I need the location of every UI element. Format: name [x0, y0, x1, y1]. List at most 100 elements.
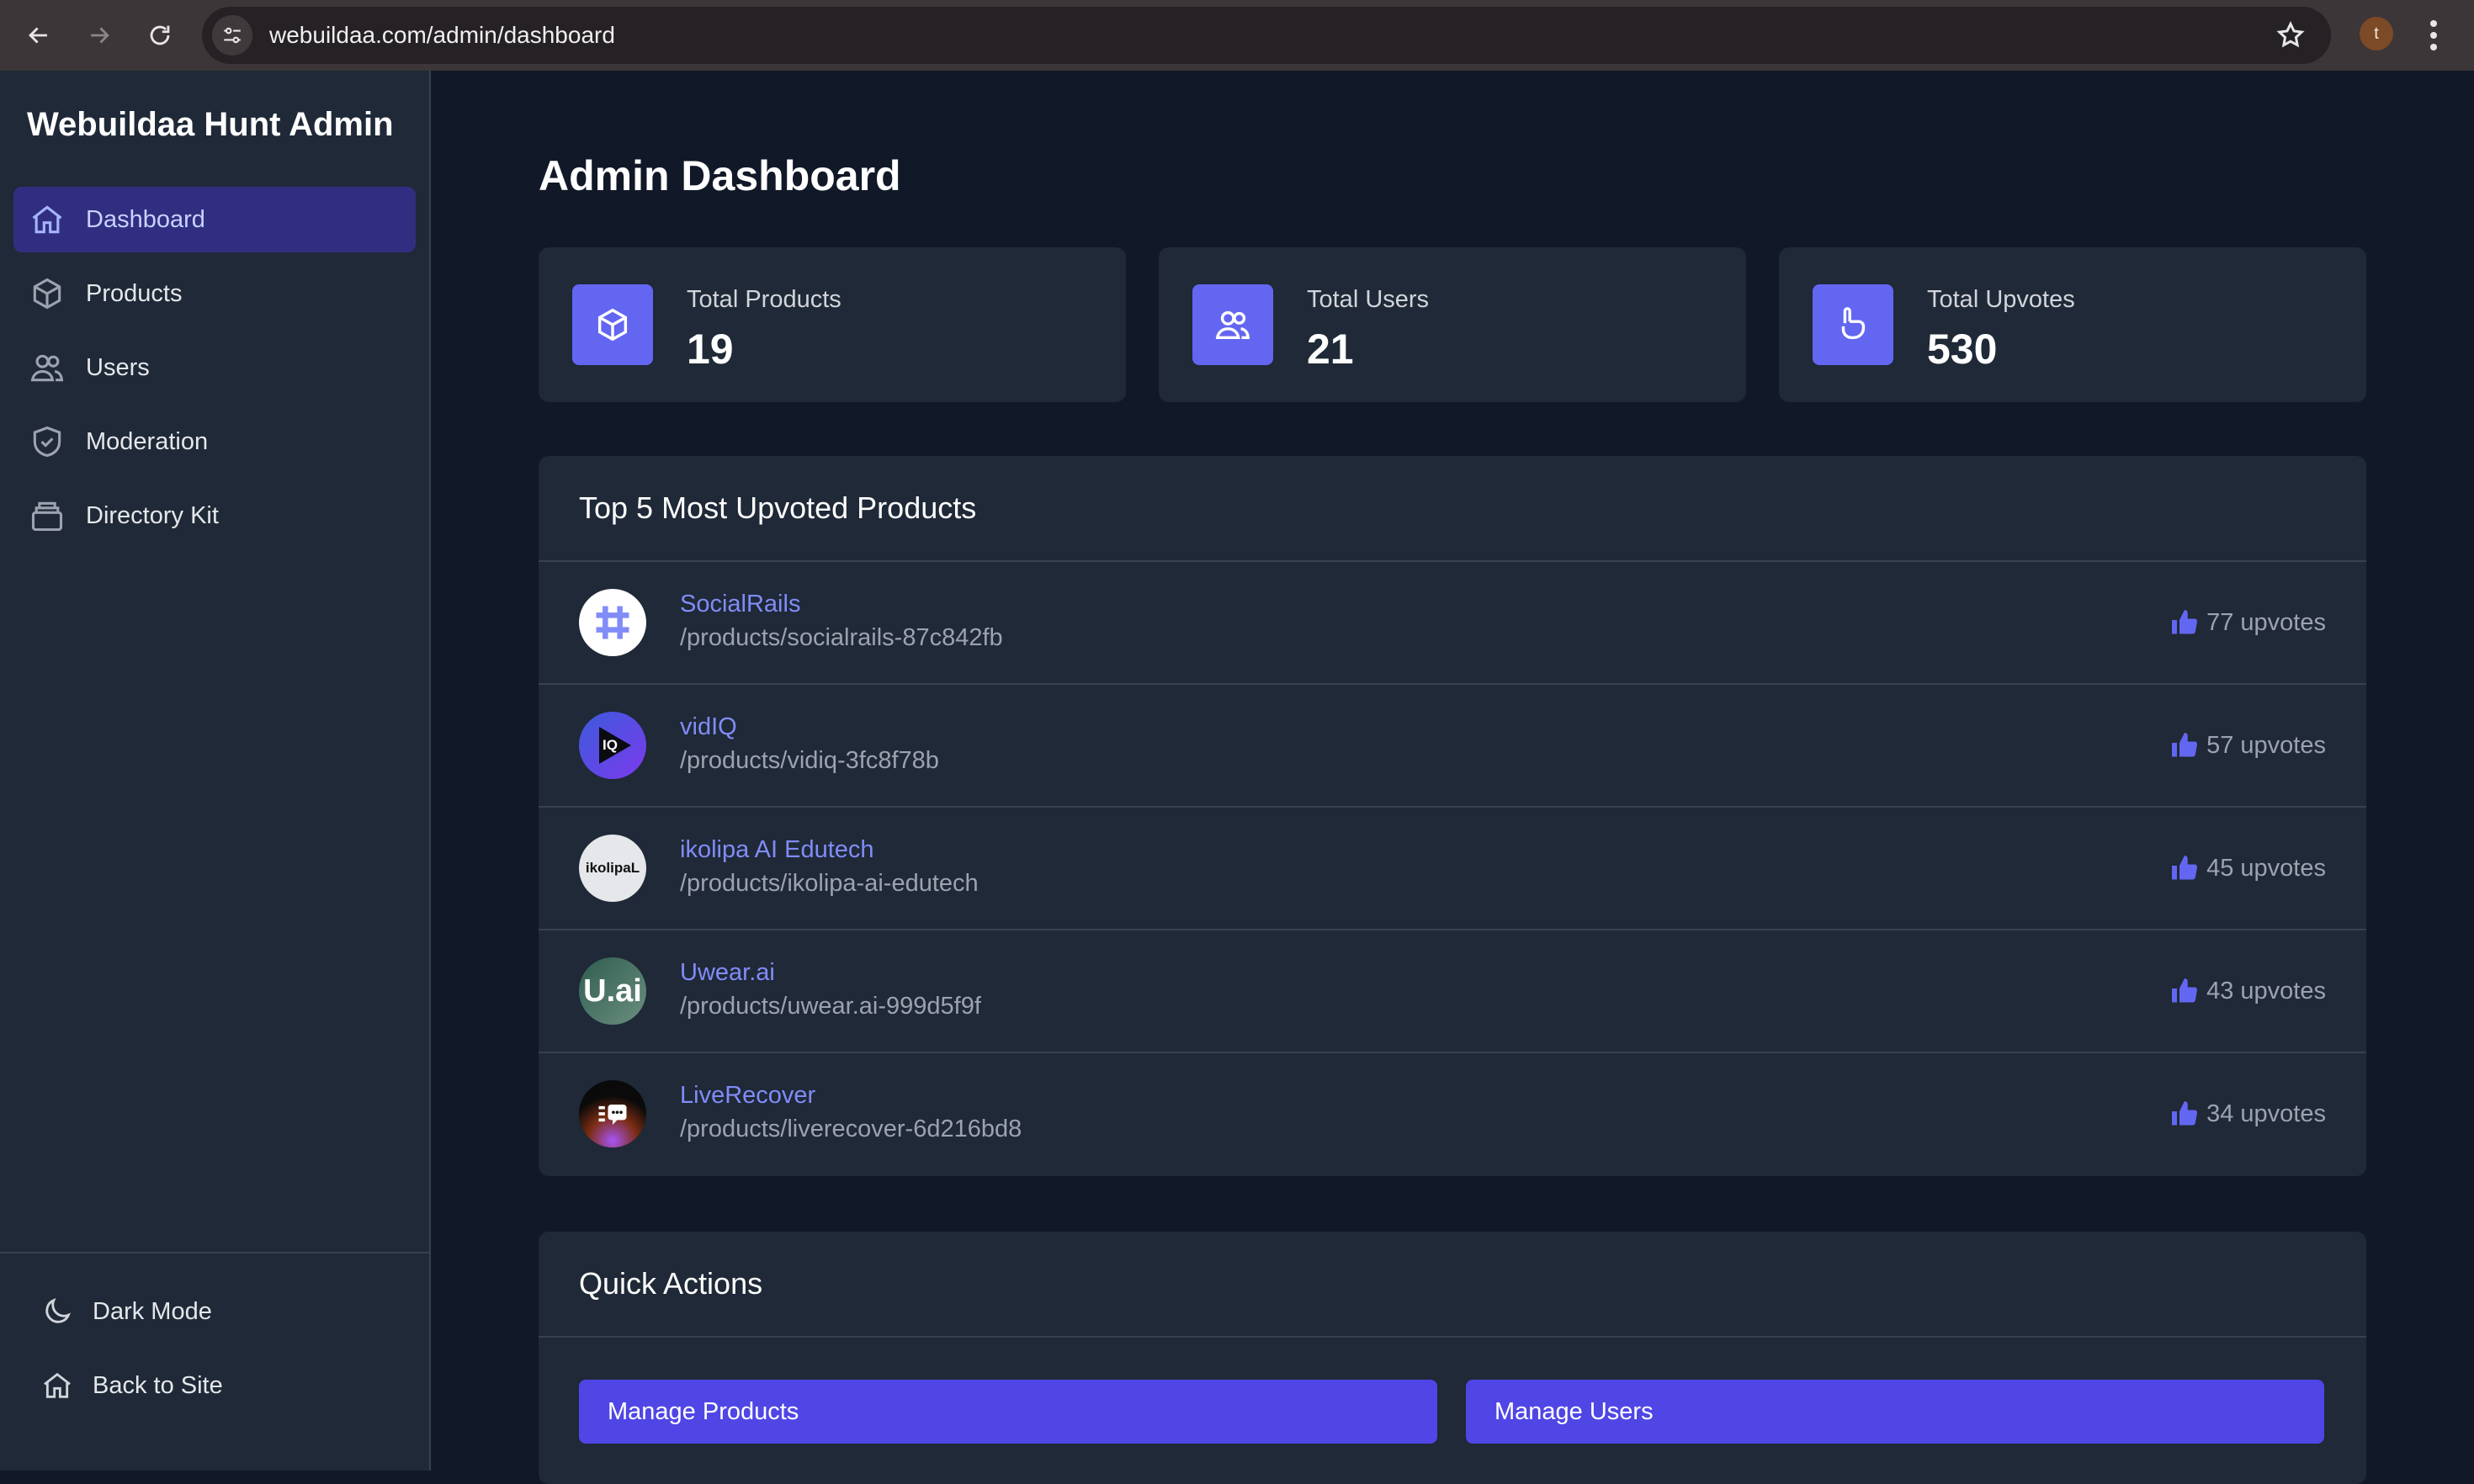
stat-label: Total Users [1307, 286, 1430, 313]
stat-card-upvotes: Total Upvotes 530 [1779, 247, 2366, 402]
main-content: Admin Dashboard Total Products 19 Total … [431, 71, 2474, 1484]
browser-toolbar: webuildaa.com/admin/dashboard t [0, 0, 2474, 71]
sidebar-item-products[interactable]: Products [13, 261, 416, 326]
back-to-site-label: Back to Site [93, 1371, 223, 1399]
product-path: /products/ikolipa-ai-edutech [680, 870, 979, 897]
bookmark-star-icon[interactable] [2275, 20, 2306, 50]
thumb-up-icon [2172, 978, 2198, 1003]
product-row: LiveRecover /products/liverecover-6d216b… [539, 1053, 2366, 1176]
cube-icon [597, 308, 628, 342]
sidebar-item-label: Users [86, 353, 150, 381]
stat-value: 21 [1307, 326, 1354, 373]
moon-icon [45, 1297, 72, 1323]
shield-icon [33, 426, 61, 458]
home-icon [32, 205, 62, 234]
product-logo: IQ [579, 712, 646, 779]
page-title: Admin Dashboard [539, 152, 901, 199]
users-icon [30, 354, 64, 382]
stat-value: 19 [687, 326, 734, 373]
address-bar[interactable]: webuildaa.com/admin/dashboard [202, 7, 2331, 64]
sidebar-item-moderation[interactable]: Moderation [13, 409, 416, 474]
stat-label: Total Products [687, 286, 841, 313]
product-row: U.ai Uwear.ai /products/uwear.ai-999d5f9… [539, 930, 2366, 1053]
product-name-link[interactable]: vidIQ [680, 713, 737, 741]
upvote-label: 43 upvotes [2206, 977, 2326, 1004]
thumb-up-icon [2172, 733, 2198, 757]
stat-icon-box [1813, 284, 1893, 365]
panel-title: Quick Actions [539, 1232, 2366, 1338]
site-info-button[interactable] [212, 15, 252, 56]
product-name-link[interactable]: ikolipa AI Edutech [680, 836, 874, 864]
dark-mode-toggle[interactable]: Dark Mode [40, 1286, 212, 1337]
stat-value: 530 [1927, 326, 1998, 373]
upvote-count: 77 upvotes [2169, 607, 2326, 638]
upvote-count: 43 upvotes [2169, 976, 2326, 1006]
sidebar-item-directory-kit[interactable]: Directory Kit [13, 483, 416, 549]
product-path: /products/vidiq-3fc8f78b [680, 747, 939, 774]
brand-title: Webuildaa Hunt Admin [27, 106, 394, 143]
sidebar-item-users[interactable]: Users [13, 335, 416, 400]
socialrails-logo-icon [596, 606, 629, 639]
upvote-count: 45 upvotes [2169, 853, 2326, 883]
reload-button[interactable] [140, 15, 180, 56]
cube-icon [33, 278, 61, 310]
back-to-site-link[interactable]: Back to Site [40, 1360, 223, 1411]
upvote-label: 77 upvotes [2206, 608, 2326, 636]
product-row: IQ vidIQ /products/vidiq-3fc8f78b 57 upv… [539, 685, 2366, 808]
upvote-count: 34 upvotes [2169, 1099, 2326, 1129]
dark-mode-label: Dark Mode [93, 1297, 212, 1325]
manage-products-button[interactable]: Manage Products [579, 1380, 1437, 1444]
manage-users-button[interactable]: Manage Users [1466, 1380, 2324, 1444]
product-logo [579, 1080, 646, 1147]
stat-card-users: Total Users 21 [1159, 247, 1746, 402]
sidebar-divider [0, 1252, 429, 1253]
arrow-left-icon [29, 27, 47, 44]
sidebar-item-label: Products [86, 279, 183, 307]
upvote-label: 57 upvotes [2206, 731, 2326, 759]
sidebar-item-label: Directory Kit [86, 501, 219, 529]
panel-title: Top 5 Most Upvoted Products [539, 456, 2366, 562]
logo-text: U.ai [583, 973, 642, 1009]
tune-icon [224, 27, 241, 44]
users-icon [1215, 310, 1250, 340]
product-path: /products/socialrails-87c842fb [680, 624, 1003, 651]
upvote-label: 45 upvotes [2206, 854, 2326, 882]
thumb-up-icon [2172, 610, 2198, 634]
sidebar-item-label: Dashboard [86, 205, 205, 233]
stat-card-products: Total Products 19 [539, 247, 1126, 402]
product-name-link[interactable]: Uwear.ai [680, 959, 775, 987]
product-logo: ikolipaL [579, 835, 646, 902]
reload-icon [150, 25, 170, 45]
more-vertical-icon[interactable] [2424, 15, 2444, 56]
product-name-link[interactable]: SocialRails [680, 591, 800, 618]
stat-label: Total Upvotes [1927, 286, 2075, 313]
quick-actions-panel: Quick Actions Manage Products Manage Use… [539, 1232, 2366, 1484]
product-logo: U.ai [579, 957, 646, 1025]
product-path: /products/uwear.ai-999d5f9f [680, 993, 981, 1020]
product-name-link[interactable]: LiveRecover [680, 1082, 815, 1110]
chat-bubble-icon [598, 1105, 627, 1125]
product-path: /products/liverecover-6d216bd8 [680, 1116, 1022, 1142]
product-row: ikolipaL ikolipa AI Edutech /products/ik… [539, 808, 2366, 930]
sidebar-item-dashboard[interactable]: Dashboard [13, 187, 416, 252]
product-row: SocialRails /products/socialrails-87c842… [539, 562, 2366, 685]
upvote-label: 34 upvotes [2206, 1100, 2326, 1127]
thumb-up-icon [2172, 856, 2198, 880]
upvote-count: 57 upvotes [2169, 730, 2326, 761]
url-text: webuildaa.com/admin/dashboard [269, 22, 615, 48]
stat-icon-box [572, 284, 653, 365]
hand-thumb-up-icon [1841, 307, 1866, 340]
top-products-panel: Top 5 Most Upvoted Products SocialRails … [539, 456, 2366, 1176]
logo-text: ikolipaL [585, 860, 640, 876]
sidebar-item-label: Moderation [86, 427, 209, 455]
stat-icon-box [1192, 284, 1273, 365]
arrow-right-icon [91, 27, 109, 44]
thumb-up-icon [2172, 1101, 2198, 1126]
product-logo [579, 589, 646, 656]
forward-button[interactable] [79, 15, 119, 56]
logo-text: IQ [603, 737, 618, 753]
sidebar: Webuildaa Hunt Admin Dashboard Products … [0, 71, 431, 1471]
back-button[interactable] [19, 15, 59, 56]
archive-icon [31, 501, 63, 532]
profile-avatar[interactable]: t [2360, 17, 2393, 50]
